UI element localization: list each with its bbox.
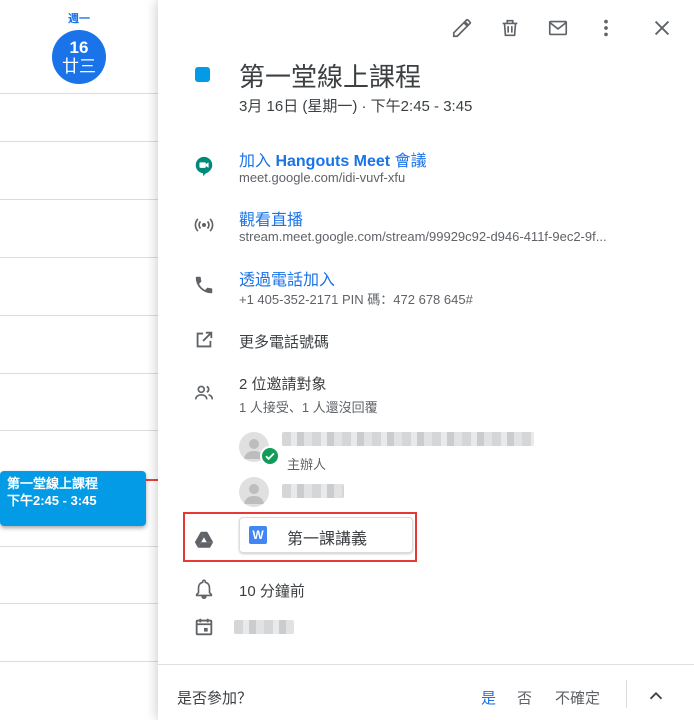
event-title: 第一堂線上課程 bbox=[239, 62, 422, 92]
more-numbers-row-icon bbox=[192, 328, 216, 352]
phone-row-icon bbox=[192, 273, 216, 297]
rsvp-no-button[interactable]: 否 bbox=[517, 687, 532, 708]
hour-gridline bbox=[0, 373, 170, 374]
delete-event-button[interactable] bbox=[496, 14, 524, 42]
word-doc-icon: W bbox=[249, 526, 267, 544]
calendar-event-chip[interactable]: 第一堂線上課程 下午2:45 - 3:45 bbox=[0, 471, 146, 526]
guest-response-summary: 1 人接受、1 人還沒回覆 bbox=[239, 400, 378, 415]
accepted-check-icon bbox=[260, 446, 280, 466]
join-meet-brand: Hangouts Meet bbox=[275, 153, 391, 170]
event-detail-panel: 第一堂線上課程 3月 16日 (星期一) · 下午2:45 - 3:45 加入 … bbox=[158, 0, 694, 720]
day-header[interactable]: 週一 16 廿三 bbox=[48, 12, 110, 84]
stream-row-icon bbox=[192, 213, 216, 237]
watch-stream-link[interactable]: 觀看直播 bbox=[239, 206, 303, 230]
organizer-role: 主辦人 bbox=[287, 457, 327, 472]
rsvp-options-toggle[interactable] bbox=[644, 684, 668, 708]
reminder-label: 10 分鐘前 bbox=[239, 583, 305, 600]
hour-gridline bbox=[0, 430, 170, 431]
attachment-name: 第一課講義 bbox=[287, 531, 368, 548]
join-by-phone-link[interactable]: 透過電話加入 bbox=[239, 266, 335, 290]
rsvp-question: 是否參加？ bbox=[177, 690, 253, 707]
edit-event-button[interactable] bbox=[448, 14, 476, 42]
calendar-day-view: 週一 16 廿三 第一堂線上課程 下午2:45 - 3:45 bbox=[0, 0, 170, 720]
more-options-button[interactable] bbox=[592, 14, 620, 42]
calendar-row-icon bbox=[192, 615, 216, 639]
event-chip-time: 下午2:45 - 3:45 bbox=[7, 493, 97, 508]
hour-gridline bbox=[0, 603, 170, 604]
join-meet-suffix: 會議 bbox=[390, 153, 427, 170]
day-of-week: 週一 bbox=[68, 13, 90, 25]
guest-avatar[interactable] bbox=[239, 477, 269, 507]
hour-gridline bbox=[0, 315, 170, 316]
hour-gridline bbox=[0, 93, 170, 94]
organizer-email-redacted bbox=[282, 432, 534, 446]
phone-icon bbox=[195, 276, 213, 294]
lunar-date: 廿三 bbox=[62, 57, 96, 76]
guest-email-redacted bbox=[282, 484, 344, 498]
footer-divider bbox=[158, 664, 694, 665]
guests-row-icon bbox=[192, 381, 216, 405]
open-in-new-icon bbox=[196, 331, 213, 348]
join-meet-prefix: 加入 bbox=[239, 153, 276, 170]
mail-icon bbox=[548, 20, 568, 36]
rsvp-separator bbox=[626, 680, 627, 708]
hour-gridline bbox=[0, 141, 170, 142]
attachment-chip[interactable]: W 第一課講義 bbox=[239, 517, 413, 553]
date-number: 16 bbox=[69, 38, 89, 57]
event-color-swatch bbox=[195, 67, 210, 82]
rsvp-yes-button[interactable]: 是 bbox=[481, 687, 496, 708]
hour-gridline bbox=[0, 546, 170, 547]
hour-gridline bbox=[0, 257, 170, 258]
people-icon bbox=[194, 385, 214, 400]
calendar-owner-redacted bbox=[234, 620, 294, 634]
close-button[interactable] bbox=[648, 14, 676, 42]
person-icon bbox=[244, 484, 264, 504]
more-phone-numbers-link[interactable]: 更多電話號碼 bbox=[239, 331, 329, 352]
calendar-icon bbox=[195, 618, 213, 636]
meet-url: meet.google.com/idi-vuvf-xfu bbox=[239, 170, 406, 185]
phone-number: +1 405-352-2171 PIN 碼：472 678 645# bbox=[239, 292, 473, 307]
close-icon bbox=[654, 20, 670, 36]
date-circle[interactable]: 16 廿三 bbox=[52, 30, 106, 84]
hour-gridline bbox=[0, 199, 170, 200]
reminder-row-icon bbox=[192, 577, 216, 601]
bell-icon bbox=[195, 579, 213, 599]
email-guests-button[interactable] bbox=[544, 14, 572, 42]
stream-url: stream.meet.google.com/stream/99929c92-d… bbox=[239, 229, 607, 244]
chevron-up-icon bbox=[649, 691, 663, 700]
guest-count: 2 位邀請對象 bbox=[239, 376, 327, 393]
rsvp-maybe-button[interactable]: 不確定 bbox=[555, 687, 600, 708]
trash-icon bbox=[502, 19, 518, 37]
event-datetime: 3月 16日 (星期一) · 下午2:45 - 3:45 bbox=[239, 98, 473, 115]
live-broadcast-icon bbox=[194, 218, 214, 232]
join-meet-link[interactable]: 加入 Hangouts Meet 會議 bbox=[239, 147, 427, 171]
pencil-icon bbox=[452, 18, 472, 38]
more-vert-icon bbox=[604, 19, 608, 37]
event-chip-title: 第一堂線上課程 bbox=[7, 476, 99, 491]
hour-gridline bbox=[0, 661, 170, 662]
hangouts-meet-icon bbox=[195, 156, 213, 177]
meet-row-icon bbox=[192, 154, 216, 178]
